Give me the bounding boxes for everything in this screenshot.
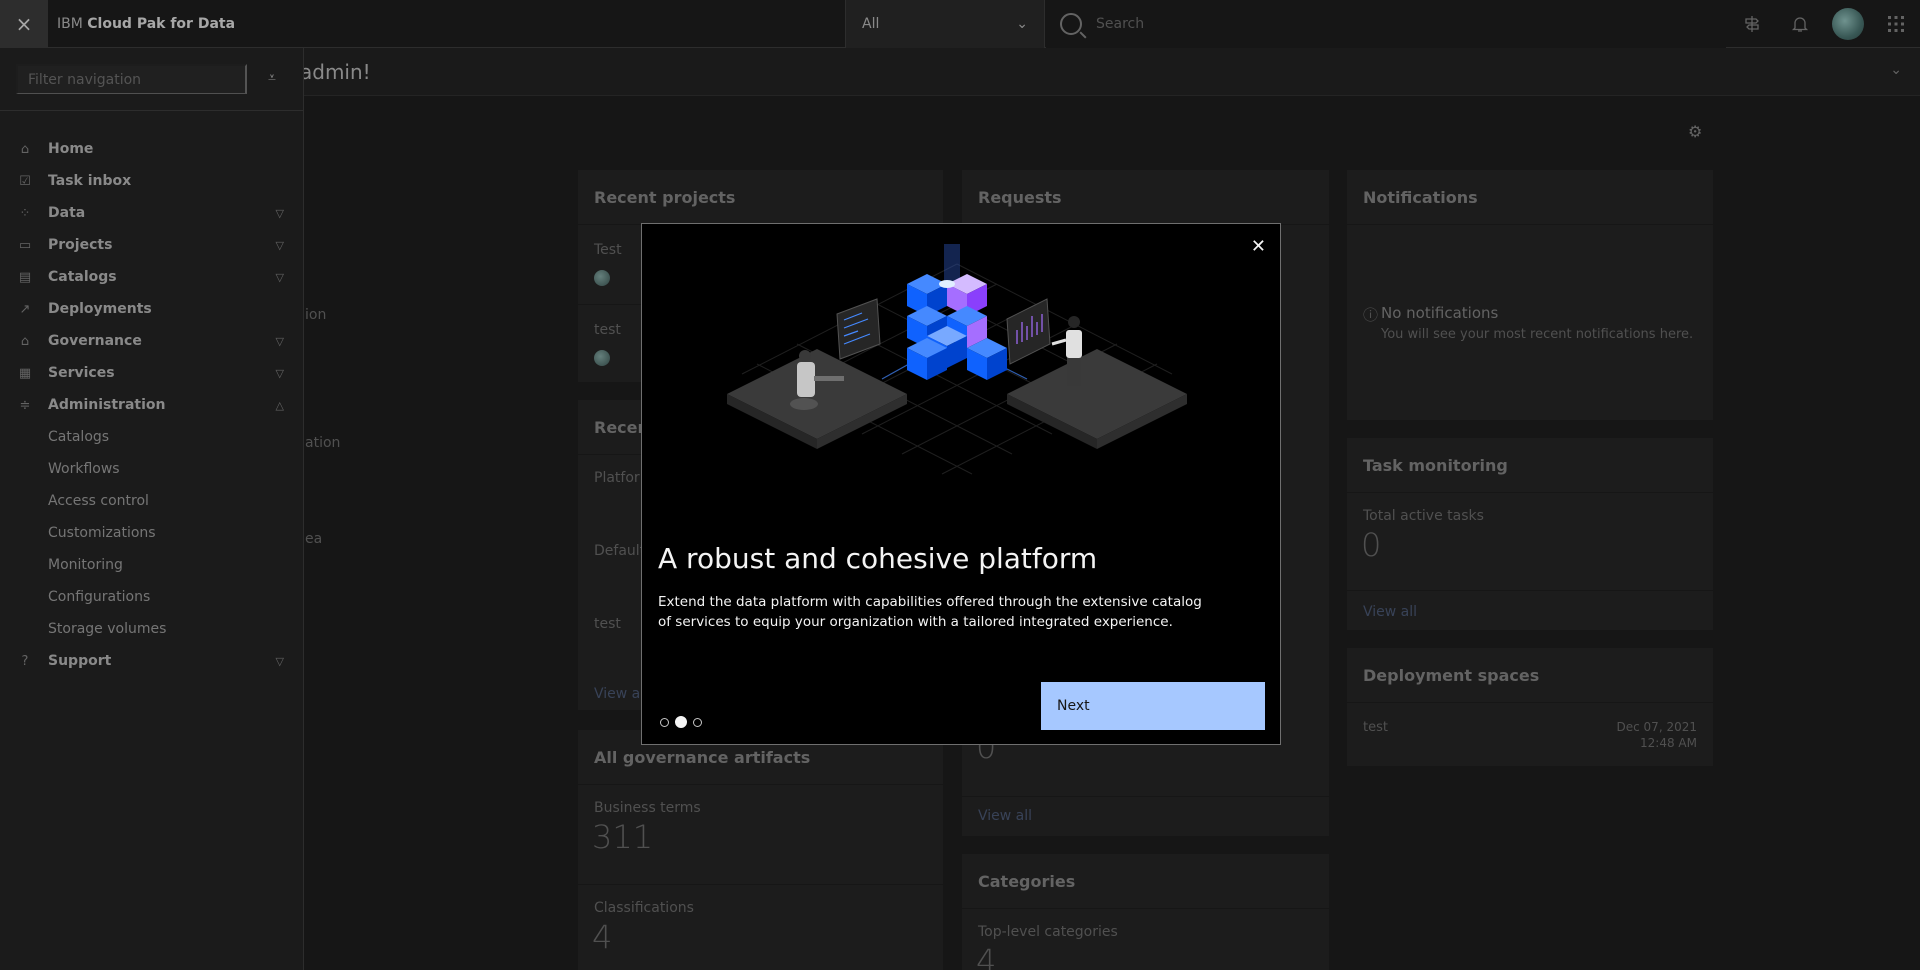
step-dot[interactable] [693, 717, 702, 727]
page: × IBM Cloud Pak for Data All ⌄ Search ad… [0, 0, 1920, 970]
modal-title: A robust and cohesive platform [658, 542, 1098, 575]
step-dot-active[interactable] [675, 716, 687, 728]
platform-illustration [727, 244, 1187, 475]
modal-body: Extend the data platform with capabiliti… [658, 594, 1202, 630]
step-indicator [660, 716, 708, 728]
step-dot[interactable] [660, 717, 669, 727]
next-button[interactable]: Next [1041, 682, 1265, 730]
onboarding-modal: ✕ A robust and cohesive platform Extend … [641, 223, 1281, 745]
close-icon[interactable]: ✕ [1251, 236, 1266, 257]
